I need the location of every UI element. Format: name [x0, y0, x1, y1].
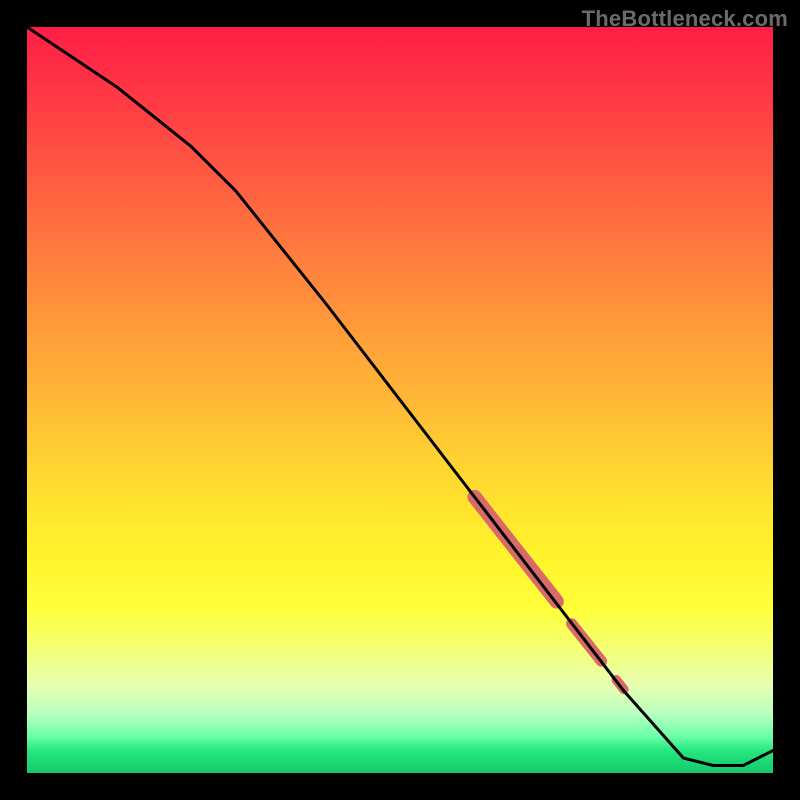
chart-frame [27, 27, 773, 773]
watermark-text: TheBottleneck.com [582, 6, 788, 32]
chart-svg [27, 27, 773, 773]
curve-line [27, 27, 773, 766]
